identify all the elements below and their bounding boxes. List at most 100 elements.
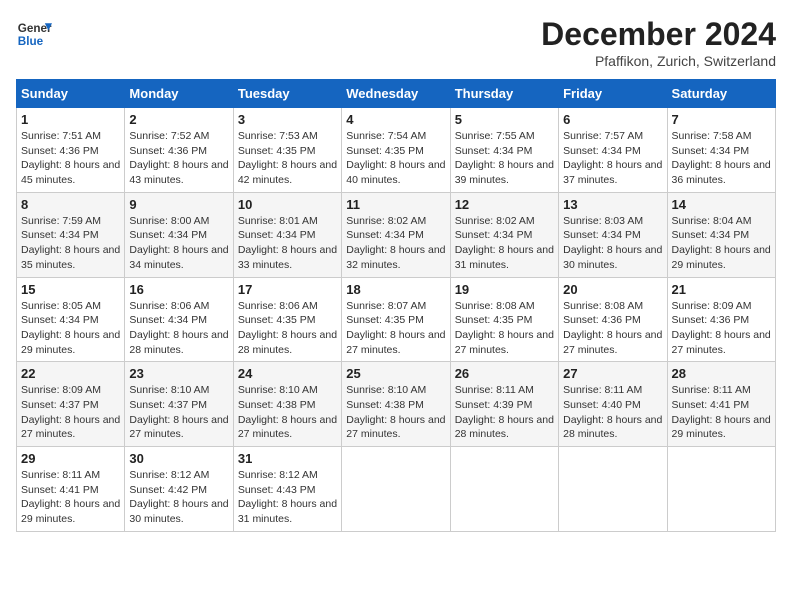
day-number: 29 [21, 451, 120, 466]
day-number: 9 [129, 197, 228, 212]
day-info: Sunrise: 8:11 AM Sunset: 4:41 PM Dayligh… [672, 383, 771, 442]
day-info: Sunrise: 7:55 AM Sunset: 4:34 PM Dayligh… [455, 129, 554, 188]
calendar-cell: 17 Sunrise: 8:06 AM Sunset: 4:35 PM Dayli… [233, 277, 341, 362]
day-info: Sunrise: 7:59 AM Sunset: 4:34 PM Dayligh… [21, 214, 120, 273]
day-number: 8 [21, 197, 120, 212]
day-header-sunday: Sunday [17, 80, 125, 108]
day-header-saturday: Saturday [667, 80, 775, 108]
day-number: 2 [129, 112, 228, 127]
day-info: Sunrise: 8:10 AM Sunset: 4:38 PM Dayligh… [346, 383, 445, 442]
day-number: 26 [455, 366, 554, 381]
day-info: Sunrise: 8:04 AM Sunset: 4:34 PM Dayligh… [672, 214, 771, 273]
day-info: Sunrise: 8:08 AM Sunset: 4:35 PM Dayligh… [455, 299, 554, 358]
day-info: Sunrise: 8:11 AM Sunset: 4:41 PM Dayligh… [21, 468, 120, 527]
calendar-cell: 12 Sunrise: 8:02 AM Sunset: 4:34 PM Dayli… [450, 192, 558, 277]
day-header-tuesday: Tuesday [233, 80, 341, 108]
calendar-cell: 13 Sunrise: 8:03 AM Sunset: 4:34 PM Dayli… [559, 192, 667, 277]
calendar-week-5: 29 Sunrise: 8:11 AM Sunset: 4:41 PM Dayli… [17, 447, 776, 532]
day-number: 16 [129, 282, 228, 297]
day-number: 23 [129, 366, 228, 381]
day-info: Sunrise: 8:03 AM Sunset: 4:34 PM Dayligh… [563, 214, 662, 273]
logo-icon: General Blue [16, 16, 52, 52]
day-header-monday: Monday [125, 80, 233, 108]
calendar-cell: 31Sunrise: 8:12 AM Sunset: 4:43 PM Dayli… [233, 447, 341, 532]
day-info: Sunrise: 8:09 AM Sunset: 4:36 PM Dayligh… [672, 299, 771, 358]
day-info: Sunrise: 8:11 AM Sunset: 4:40 PM Dayligh… [563, 383, 662, 442]
day-info: Sunrise: 8:06 AM Sunset: 4:34 PM Dayligh… [129, 299, 228, 358]
calendar-cell: 15Sunrise: 8:05 AM Sunset: 4:34 PM Dayli… [17, 277, 125, 362]
day-info: Sunrise: 8:07 AM Sunset: 4:35 PM Dayligh… [346, 299, 445, 358]
calendar-cell: 9 Sunrise: 8:00 AM Sunset: 4:34 PM Daylig… [125, 192, 233, 277]
day-info: Sunrise: 7:51 AM Sunset: 4:36 PM Dayligh… [21, 129, 120, 188]
calendar-header-row: SundayMondayTuesdayWednesdayThursdayFrid… [17, 80, 776, 108]
calendar-cell [667, 447, 775, 532]
day-number: 6 [563, 112, 662, 127]
calendar-week-3: 15Sunrise: 8:05 AM Sunset: 4:34 PM Dayli… [17, 277, 776, 362]
day-number: 28 [672, 366, 771, 381]
calendar-cell: 10 Sunrise: 8:01 AM Sunset: 4:34 PM Dayli… [233, 192, 341, 277]
calendar-cell: 24 Sunrise: 8:10 AM Sunset: 4:38 PM Dayli… [233, 362, 341, 447]
day-number: 18 [346, 282, 445, 297]
day-header-thursday: Thursday [450, 80, 558, 108]
day-number: 14 [672, 197, 771, 212]
day-info: Sunrise: 8:12 AM Sunset: 4:42 PM Dayligh… [129, 468, 228, 527]
day-number: 15 [21, 282, 120, 297]
day-info: Sunrise: 7:54 AM Sunset: 4:35 PM Dayligh… [346, 129, 445, 188]
calendar-cell [559, 447, 667, 532]
day-number: 7 [672, 112, 771, 127]
location: Pfaffikon, Zurich, Switzerland [541, 53, 776, 69]
day-number: 22 [21, 366, 120, 381]
calendar-cell: 18 Sunrise: 8:07 AM Sunset: 4:35 PM Dayli… [342, 277, 450, 362]
calendar-week-2: 8 Sunrise: 7:59 AM Sunset: 4:34 PM Daylig… [17, 192, 776, 277]
day-number: 27 [563, 366, 662, 381]
day-number: 1 [21, 112, 120, 127]
day-info: Sunrise: 8:01 AM Sunset: 4:34 PM Dayligh… [238, 214, 337, 273]
calendar-cell: 22 Sunrise: 8:09 AM Sunset: 4:37 PM Dayli… [17, 362, 125, 447]
calendar-week-4: 22 Sunrise: 8:09 AM Sunset: 4:37 PM Dayli… [17, 362, 776, 447]
calendar-cell: 27 Sunrise: 8:11 AM Sunset: 4:40 PM Dayli… [559, 362, 667, 447]
calendar-cell: 14 Sunrise: 8:04 AM Sunset: 4:34 PM Dayli… [667, 192, 775, 277]
day-header-friday: Friday [559, 80, 667, 108]
day-info: Sunrise: 8:02 AM Sunset: 4:34 PM Dayligh… [455, 214, 554, 273]
calendar-cell: 28 Sunrise: 8:11 AM Sunset: 4:41 PM Dayli… [667, 362, 775, 447]
day-info: Sunrise: 8:02 AM Sunset: 4:34 PM Dayligh… [346, 214, 445, 273]
day-number: 30 [129, 451, 228, 466]
day-number: 13 [563, 197, 662, 212]
calendar-cell: 30 Sunrise: 8:12 AM Sunset: 4:42 PM Dayli… [125, 447, 233, 532]
calendar-cell: 25 Sunrise: 8:10 AM Sunset: 4:38 PM Dayli… [342, 362, 450, 447]
calendar-cell [342, 447, 450, 532]
day-info: Sunrise: 8:08 AM Sunset: 4:36 PM Dayligh… [563, 299, 662, 358]
day-number: 25 [346, 366, 445, 381]
page-header: General Blue December 2024 Pfaffikon, Zu… [16, 16, 776, 69]
day-info: Sunrise: 8:09 AM Sunset: 4:37 PM Dayligh… [21, 383, 120, 442]
calendar-cell: 19 Sunrise: 8:08 AM Sunset: 4:35 PM Dayli… [450, 277, 558, 362]
day-number: 3 [238, 112, 337, 127]
calendar-cell: 8 Sunrise: 7:59 AM Sunset: 4:34 PM Daylig… [17, 192, 125, 277]
day-number: 31 [238, 451, 337, 466]
calendar-table: SundayMondayTuesdayWednesdayThursdayFrid… [16, 79, 776, 532]
day-number: 21 [672, 282, 771, 297]
day-info: Sunrise: 8:10 AM Sunset: 4:37 PM Dayligh… [129, 383, 228, 442]
day-number: 10 [238, 197, 337, 212]
day-number: 24 [238, 366, 337, 381]
calendar-week-1: 1 Sunrise: 7:51 AM Sunset: 4:36 PM Daylig… [17, 108, 776, 193]
calendar-cell [450, 447, 558, 532]
svg-text:Blue: Blue [18, 35, 44, 48]
day-info: Sunrise: 8:10 AM Sunset: 4:38 PM Dayligh… [238, 383, 337, 442]
calendar-cell: 1 Sunrise: 7:51 AM Sunset: 4:36 PM Daylig… [17, 108, 125, 193]
calendar-cell: 7Sunrise: 7:58 AM Sunset: 4:34 PM Daylig… [667, 108, 775, 193]
day-number: 12 [455, 197, 554, 212]
calendar-cell: 16 Sunrise: 8:06 AM Sunset: 4:34 PM Dayli… [125, 277, 233, 362]
calendar-cell: 5Sunrise: 7:55 AM Sunset: 4:34 PM Daylig… [450, 108, 558, 193]
day-info: Sunrise: 8:11 AM Sunset: 4:39 PM Dayligh… [455, 383, 554, 442]
day-number: 19 [455, 282, 554, 297]
calendar-cell: 23 Sunrise: 8:10 AM Sunset: 4:37 PM Dayli… [125, 362, 233, 447]
day-header-wednesday: Wednesday [342, 80, 450, 108]
day-number: 17 [238, 282, 337, 297]
day-info: Sunrise: 8:06 AM Sunset: 4:35 PM Dayligh… [238, 299, 337, 358]
calendar-cell: 6Sunrise: 7:57 AM Sunset: 4:34 PM Daylig… [559, 108, 667, 193]
calendar-cell: 26 Sunrise: 8:11 AM Sunset: 4:39 PM Dayli… [450, 362, 558, 447]
calendar-cell: 3Sunrise: 7:53 AM Sunset: 4:35 PM Daylig… [233, 108, 341, 193]
day-info: Sunrise: 8:00 AM Sunset: 4:34 PM Dayligh… [129, 214, 228, 273]
calendar-cell: 2Sunrise: 7:52 AM Sunset: 4:36 PM Daylig… [125, 108, 233, 193]
